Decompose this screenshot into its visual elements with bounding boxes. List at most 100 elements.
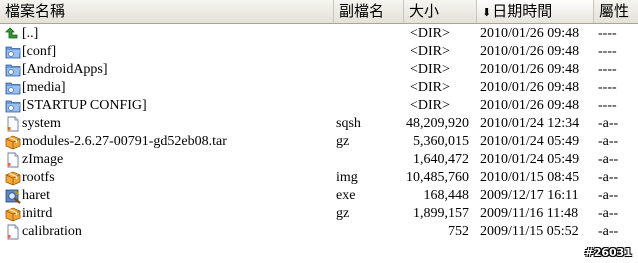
file-date: 2009/11/15 05:52 (480, 224, 579, 239)
folder-icon (5, 62, 21, 78)
file-name: haret (22, 188, 50, 203)
file-name-cell: [media] (5, 79, 333, 97)
file-name: [..] (22, 26, 39, 41)
file-extension (336, 43, 406, 61)
file-list: [..] <DIR> 2010/01/26 09:48 ---- [conf] <DIR>… (0, 25, 638, 241)
file-extension: img (336, 170, 358, 185)
file-row[interactable]: modules-2.6.27-00791-gd52eb08.tar gz 5,360… (0, 133, 638, 151)
column-header-date[interactable]: ⬇日期時間 (477, 0, 594, 23)
column-header-name-label: 檔案名稱 (5, 4, 66, 20)
package-icon (5, 134, 21, 150)
file-size: <DIR> (410, 98, 450, 113)
column-header-date-label: 日期時間 (492, 4, 553, 20)
file-attributes: -a-- (598, 116, 619, 131)
file-row[interactable]: initrd gz 1,899,157 2009/11/16 11:48 -a-- (0, 205, 638, 223)
file-date: 2010/01/24 12:34 (480, 116, 580, 131)
folder-icon (5, 44, 21, 60)
file-attributes: -a-- (598, 152, 619, 167)
folder-icon (5, 98, 21, 114)
file-extension (336, 61, 406, 79)
folder-icon (5, 80, 21, 96)
column-header-name[interactable]: 檔案名稱 (0, 0, 334, 23)
file-name-cell: [conf] (5, 43, 333, 61)
file-attributes: ---- (598, 44, 617, 59)
file-name-cell: initrd (5, 205, 333, 223)
file-name-cell: [STARTUP CONFIG] (5, 97, 333, 115)
file-name: rootfs (22, 170, 55, 185)
file-date: 2010/01/26 09:48 (480, 98, 580, 113)
file-date: 2010/01/26 09:48 (480, 80, 580, 95)
file-size: 10,485,760 (406, 170, 469, 185)
file-size: <DIR> (410, 80, 450, 95)
column-header-attr-label: 屬性 (599, 4, 630, 20)
file-name: [STARTUP CONFIG] (22, 98, 147, 113)
file-row[interactable]: [STARTUP CONFIG] <DIR> 2010/01/26 09:48 ---… (0, 97, 638, 115)
file-extension (336, 223, 406, 241)
file-name: zImage (22, 152, 64, 167)
file-extension: exe (336, 188, 356, 203)
file-attributes: ---- (598, 26, 617, 41)
file-name: [conf] (22, 44, 57, 59)
file-row[interactable]: haret exe 168,448 2009/12/17 16:11 -a-- (0, 187, 638, 205)
file-name-cell: haret (5, 187, 333, 205)
file-attributes: ---- (598, 62, 617, 77)
file-name: calibration (22, 224, 82, 239)
file-row[interactable]: [..] <DIR> 2010/01/26 09:48 ---- (0, 25, 638, 43)
file-date: 2010/01/24 05:49 (480, 134, 580, 149)
file-row[interactable]: [media] <DIR> 2010/01/26 09:48 ---- (0, 79, 638, 97)
column-header-size-label: 大小 (409, 4, 440, 20)
file-name-cell: calibration (5, 223, 333, 241)
file-name-cell: modules-2.6.27-00791-gd52eb08.tar (5, 133, 333, 151)
file-attributes: ---- (598, 80, 617, 95)
file-attributes: -a-- (598, 188, 619, 203)
file-extension: sqsh (336, 116, 361, 131)
file-row[interactable]: system sqsh 48,209,920 2010/01/24 12:34 -a-- (0, 115, 638, 133)
file-icon (5, 152, 21, 168)
column-header-bar: 檔案名稱 副檔名 大小 ⬇日期時間 屬性 (0, 0, 638, 24)
file-extension: gz (336, 134, 350, 149)
file-attributes: -a-- (598, 224, 619, 239)
file-attributes: -a-- (598, 170, 619, 185)
file-name: modules-2.6.27-00791-gd52eb08.tar (22, 134, 227, 149)
file-size: 5,360,015 (413, 134, 469, 149)
file-date: 2009/12/17 16:11 (480, 188, 579, 203)
file-extension (336, 151, 406, 169)
file-extension (336, 97, 406, 115)
up-arrow-icon (5, 26, 21, 42)
file-name-cell: system (5, 115, 333, 133)
file-date: 2010/01/26 09:48 (480, 26, 580, 41)
file-row[interactable]: [AndroidApps] <DIR> 2010/01/26 09:48 ---- (0, 61, 638, 79)
file-size: <DIR> (410, 44, 450, 59)
file-attributes: ---- (598, 98, 617, 113)
file-name: [AndroidApps] (22, 62, 108, 77)
file-date: 2010/01/15 08:45 (480, 170, 580, 185)
file-date: 2010/01/24 05:49 (480, 152, 580, 167)
column-header-attr[interactable]: 屬性 (594, 0, 638, 23)
file-row[interactable]: rootfs img 10,485,760 2010/01/15 08:45 -a-- (0, 169, 638, 187)
file-name-cell: rootfs (5, 169, 333, 187)
file-name-cell: [..] (5, 25, 333, 43)
file-name: initrd (22, 206, 53, 221)
file-size: 48,209,920 (406, 116, 469, 131)
file-row[interactable]: [conf] <DIR> 2010/01/26 09:48 ---- (0, 43, 638, 61)
file-date: 2010/01/26 09:48 (480, 44, 580, 59)
file-row[interactable]: zImage 1,640,472 2010/01/24 05:49 -a-- (0, 151, 638, 169)
file-size: 168,448 (423, 188, 470, 203)
file-name: [media] (22, 80, 66, 95)
column-header-size[interactable]: 大小 (404, 0, 477, 23)
file-name-cell: [AndroidApps] (5, 61, 333, 79)
file-icon (5, 224, 21, 240)
file-date: 2009/11/16 11:48 (480, 206, 579, 221)
column-header-ext[interactable]: 副檔名 (334, 0, 404, 23)
file-date: 2010/01/26 09:48 (480, 62, 580, 77)
package-icon (5, 170, 21, 186)
file-extension (336, 79, 406, 97)
file-name-cell: zImage (5, 151, 333, 169)
file-attributes: -a-- (598, 134, 619, 149)
file-size: <DIR> (410, 26, 450, 41)
file-size: 1,899,157 (413, 206, 469, 221)
file-size: 752 (448, 224, 469, 239)
file-icon (5, 116, 21, 132)
file-row[interactable]: calibration 752 2009/11/15 05:52 -a-- (0, 223, 638, 241)
package-icon (5, 206, 21, 222)
